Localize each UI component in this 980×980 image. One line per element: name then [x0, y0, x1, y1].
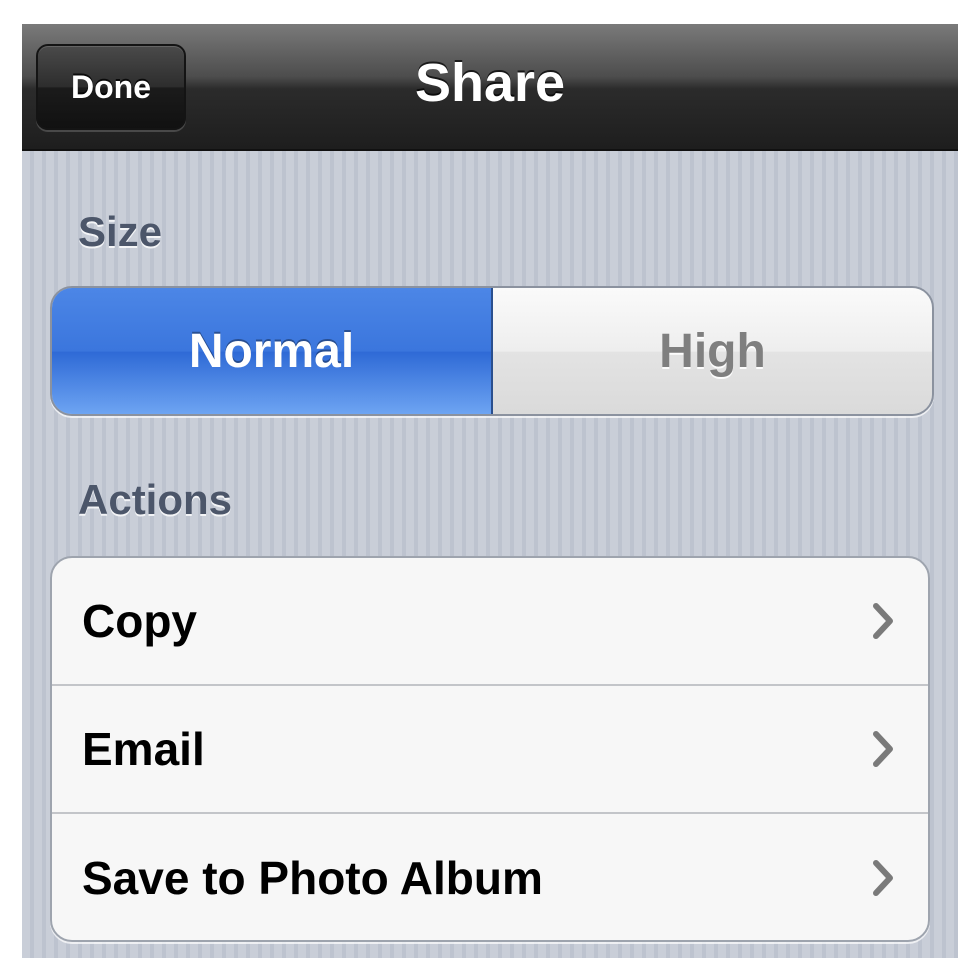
actions-section-label: Actions — [78, 476, 233, 523]
navigation-bar: Done Share — [22, 24, 958, 151]
share-screen: Done Share Size Normal High Actions Copy… — [22, 24, 958, 958]
size-section-label: Size — [78, 208, 163, 255]
size-segmented-control: Normal High — [50, 286, 934, 416]
size-option-high[interactable]: High — [493, 288, 932, 414]
action-save-label: Save to Photo Album — [82, 852, 543, 904]
action-copy-label: Copy — [82, 595, 197, 647]
action-email[interactable]: Email — [52, 686, 928, 814]
chevron-right-icon — [873, 860, 893, 896]
actions-list: Copy Email Save to Photo Album — [50, 556, 930, 942]
chevron-right-icon — [873, 603, 893, 639]
chevron-right-icon — [873, 731, 893, 767]
action-email-label: Email — [82, 723, 205, 775]
action-save-to-photo-album[interactable]: Save to Photo Album — [52, 814, 928, 940]
size-option-normal[interactable]: Normal — [52, 288, 493, 414]
page-title: Share — [414, 53, 566, 113]
action-copy[interactable]: Copy — [52, 558, 928, 686]
